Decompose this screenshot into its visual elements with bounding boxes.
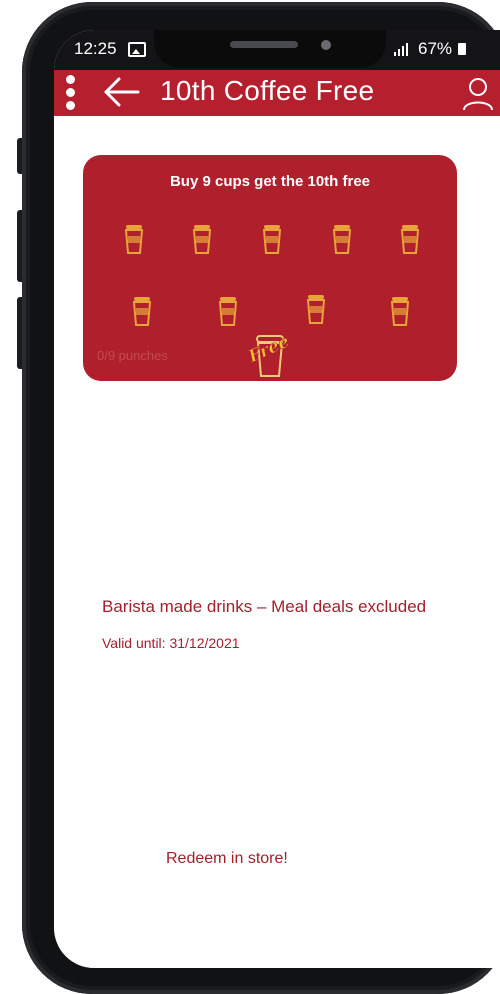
redeem-text[interactable]: Redeem in store! (166, 850, 288, 868)
battery-icon (458, 43, 466, 55)
user-icon[interactable] (458, 74, 498, 114)
punch-card: Buy 9 cups get the 10th free 0/9 punches… (83, 155, 457, 381)
camera-notch (154, 30, 386, 68)
more-vertical-icon[interactable] (64, 73, 76, 113)
coffee-cup-icon (400, 225, 420, 254)
valid-until-text: Valid until: 31/12/2021 (102, 635, 240, 651)
free-coffee-icon: Free (244, 331, 293, 377)
terms-text: Barista made drinks – Meal deals exclude… (102, 597, 427, 616)
coffee-cup-icon (390, 297, 410, 326)
speaker-grille (230, 41, 298, 48)
coffee-cup-icon (132, 297, 152, 326)
coffee-cup-icon (262, 225, 282, 254)
free-badge: Free (245, 332, 293, 368)
coffee-cup-icon (124, 225, 144, 254)
page-title: 10th Coffee Free (160, 75, 375, 106)
coffee-cup-icon (218, 297, 238, 326)
card-title: Buy 9 cups get the 10th free (169, 173, 371, 190)
front-camera (321, 40, 331, 50)
arrow-left-icon[interactable] (102, 73, 142, 111)
phone-screen: 12:25 67% 10th Coffee Free Buy 9 cups ge… (54, 30, 500, 968)
coffee-cup-icon (306, 295, 326, 324)
coffee-cup-icon (192, 225, 212, 254)
canvas: 12:25 67% 10th Coffee Free Buy 9 cups ge… (0, 0, 500, 994)
signal-icon (392, 42, 414, 59)
app-bar: 10th Coffee Free (54, 70, 500, 116)
punches-count: 0/9 punches (97, 348, 168, 363)
status-bar: 12:25 67% (54, 30, 500, 70)
battery-percent: 67% (418, 39, 453, 58)
coffee-cup-icon (332, 225, 352, 254)
image-notification-icon (128, 42, 146, 57)
status-time: 12:25 (74, 39, 117, 58)
